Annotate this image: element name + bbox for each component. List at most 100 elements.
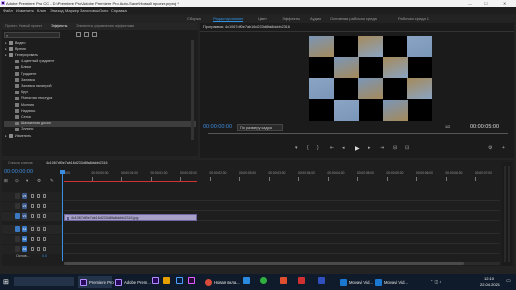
taskbar-premiere-1[interactable]: Premiere Pro — [78, 276, 114, 288]
source-patch[interactable] — [15, 213, 20, 219]
step-back-icon[interactable]: ◂ — [342, 145, 345, 151]
solo-icon[interactable] — [43, 237, 46, 241]
menu-edit[interactable]: Изменить — [16, 8, 34, 13]
workspace-effects[interactable]: Эффекты — [282, 16, 300, 21]
step-forward-icon[interactable]: ▸ — [368, 145, 371, 151]
taskbar-chrome[interactable]: Новая вкла... — [203, 276, 240, 288]
eye-icon[interactable] — [43, 194, 46, 198]
source-patch[interactable] — [15, 226, 20, 232]
sequence-timecode[interactable]: 00:00:00:00 — [4, 169, 33, 175]
lock-icon[interactable] — [31, 247, 34, 251]
sync-icon[interactable] — [37, 204, 40, 208]
notifications-icon[interactable]: ▭ — [506, 278, 511, 284]
lock-icon[interactable] — [31, 214, 34, 218]
photoshop-icon[interactable] — [176, 277, 183, 284]
timeline-settings-icon[interactable]: ⚙ — [37, 178, 41, 184]
lock-icon[interactable] — [31, 194, 34, 198]
go-to-in-icon[interactable]: ⇤ — [330, 145, 334, 151]
menu-sequence[interactable]: Эпизод — [50, 8, 64, 13]
effect-item[interactable]: Надпись — [4, 108, 196, 114]
play-icon[interactable]: ▶ — [355, 145, 360, 152]
lock-icon[interactable] — [31, 227, 34, 231]
mark-in-icon[interactable]: { — [307, 145, 309, 151]
track-label[interactable]: V3 — [22, 193, 27, 199]
start-icon[interactable]: ⊞ — [3, 278, 9, 286]
minimize-button[interactable]: — — [468, 1, 472, 6]
effect-item[interactable]: Блики — [4, 65, 196, 71]
solo-icon[interactable] — [43, 247, 46, 251]
taskbar-movavi-1[interactable]: Movavi Vid... — [338, 276, 373, 288]
menu-clip[interactable]: Клип — [37, 8, 46, 13]
workspace-editing[interactable]: Редактирование — [213, 16, 244, 22]
marker-icon[interactable]: ▾ — [295, 145, 298, 151]
linked-select-icon[interactable]: ⊙ — [15, 178, 19, 184]
timeline-clip[interactable]: 4c1067df0e7ab16d233d8fa8dcbb2316.jpg — [64, 214, 197, 221]
eye-icon[interactable] — [43, 214, 46, 218]
snap-icon[interactable]: ⊞ — [4, 178, 8, 184]
clock-date[interactable]: 22.04.2021 — [480, 282, 500, 287]
eye-icon[interactable] — [43, 204, 46, 208]
taskbar-search[interactable] — [14, 277, 74, 286]
whatsapp-icon[interactable] — [260, 277, 267, 284]
app-icon-orange[interactable] — [280, 277, 287, 284]
add-marker-icon[interactable]: ▾ — [26, 178, 28, 184]
workspace-main[interactable]: Основная рабочая среда — [330, 16, 377, 21]
taskbar-movavi-2[interactable]: Movavi Vid... — [373, 276, 408, 288]
track-lane[interactable] — [64, 233, 500, 234]
tab-clip-list[interactable]: Список клипов — [8, 161, 33, 165]
effect-item[interactable]: 4-цветный градиент — [4, 59, 196, 65]
track-label[interactable]: A3 — [22, 246, 27, 252]
quality-dropdown[interactable]: 1/2 — [445, 125, 450, 129]
32bit-effects-icon[interactable] — [84, 32, 89, 37]
extract-icon[interactable]: ⊡ — [405, 145, 409, 151]
track-label[interactable]: A1 — [22, 226, 27, 232]
track-label[interactable]: V1 — [22, 213, 27, 219]
chevron-right-icon[interactable]: ▸ — [5, 47, 7, 51]
maximize-button[interactable]: ☐ — [484, 1, 488, 6]
workspace-color[interactable]: Цвет — [258, 16, 267, 21]
workspace-audio[interactable]: Аудио — [310, 16, 321, 21]
track-lane[interactable] — [64, 243, 500, 244]
premiere-icon[interactable] — [152, 277, 159, 284]
source-patch[interactable] — [15, 193, 20, 199]
effect-item[interactable]: Сетка — [4, 114, 196, 120]
mute-icon[interactable] — [37, 237, 40, 241]
track-label[interactable]: V2 — [22, 203, 27, 209]
taskbar-premiere-2[interactable]: Adobe Prem... — [113, 276, 151, 288]
workspace-assembly[interactable]: Сборка — [187, 16, 201, 21]
menu-file[interactable]: Файл — [3, 8, 13, 13]
track-label[interactable]: A2 — [22, 236, 27, 242]
menu-title[interactable]: Заголовок — [80, 8, 99, 13]
menu-help[interactable]: Справка — [111, 8, 127, 13]
playhead[interactable] — [62, 171, 63, 261]
effect-item[interactable]: Градиент — [4, 71, 196, 77]
tray-icons[interactable]: ⌃ ◫ ♪ — [430, 279, 441, 284]
effects-scrollbar[interactable] — [191, 40, 194, 140]
tab-project[interactable]: Проект: Новый проект — [5, 24, 42, 28]
solo-icon[interactable] — [43, 227, 46, 231]
effect-item[interactable]: Эллипс — [4, 127, 196, 133]
app-icon-blue[interactable] — [318, 277, 325, 284]
go-to-out-icon[interactable]: ⇥ — [380, 145, 384, 151]
app-icon-red[interactable] — [298, 277, 305, 284]
mute-icon[interactable] — [37, 227, 40, 231]
chevron-right-icon[interactable]: ▸ — [5, 134, 7, 138]
sync-icon[interactable] — [37, 194, 40, 198]
folder-icon[interactable] — [163, 277, 170, 284]
program-scrubber[interactable] — [208, 133, 508, 134]
source-patch[interactable] — [15, 203, 20, 209]
menu-window[interactable]: Окно — [99, 8, 108, 13]
lock-icon[interactable] — [31, 237, 34, 241]
telegram-icon[interactable] — [243, 277, 250, 284]
tab-sequence[interactable]: 4c1067df0e7ab16d233d8fa8dcbb2316 — [46, 161, 108, 165]
wrench-icon[interactable]: ✎ — [50, 178, 54, 184]
after-effects-icon[interactable] — [188, 277, 195, 284]
tab-effects[interactable]: Эффекты — [51, 24, 67, 28]
effects-search-input[interactable]: ⌕ — [4, 32, 60, 38]
effects-folder[interactable]: ▸ Генерировать — [4, 52, 196, 58]
track-lane[interactable] — [64, 210, 500, 211]
program-timecode[interactable]: 00:00:00:00 — [203, 124, 232, 130]
sync-icon[interactable] — [37, 214, 40, 218]
settings-icon[interactable]: ⚙ — [488, 145, 492, 151]
yuv-effects-icon[interactable] — [92, 32, 97, 37]
